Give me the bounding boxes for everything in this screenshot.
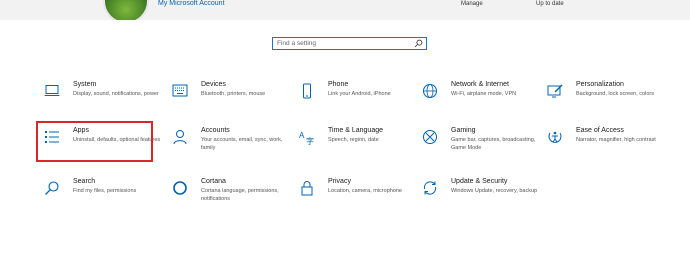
settings-tile-time-language[interactable]: A 字 Time & Language Speech, region, date xyxy=(293,127,411,167)
tile-description: Background, lock screen, colors xyxy=(576,91,654,97)
keyboard-icon xyxy=(172,84,188,97)
tile-title: Update & Security xyxy=(451,178,508,185)
tile-title: Personalization xyxy=(576,81,624,88)
settings-tile-network[interactable]: Network & Internet Wi-Fi, airplane mode,… xyxy=(416,81,534,121)
tile-description: Display, sound, notifications, power xyxy=(73,91,159,97)
time-language-icon: A 字 xyxy=(299,131,314,145)
tile-description: Windows Update, recovery, backup xyxy=(451,188,538,194)
settings-tile-privacy[interactable]: Privacy Location, camera, microphone xyxy=(293,178,411,218)
settings-tile-search[interactable]: Search Find my files, permissions xyxy=(38,178,156,218)
settings-tile-accounts[interactable]: Accounts Your accounts, email, sync, wor… xyxy=(166,127,284,167)
search-input[interactable] xyxy=(277,38,412,49)
tile-description: Cortana language, permissions, notificat… xyxy=(201,188,279,202)
magnifier-icon[interactable] xyxy=(414,39,423,48)
settings-tile-gaming[interactable]: Gaming Game bar, captures, broadcasting,… xyxy=(416,127,535,167)
paint-icon xyxy=(547,84,563,98)
tile-title: Cortana xyxy=(201,178,226,185)
tile-description: Bluetooth, printers, mouse xyxy=(201,91,266,97)
tile-description: Link your Android, iPhone xyxy=(328,91,391,97)
search-icon xyxy=(45,181,59,195)
phone-icon xyxy=(303,83,311,99)
tile-description: Find my files, permissions xyxy=(73,188,137,194)
account-header: My Microsoft Account Manage Up to date xyxy=(0,0,690,20)
settings-tile-ease-of-access[interactable]: Ease of Access Narrator, magnifier, high… xyxy=(541,127,659,167)
settings-tile-cortana[interactable]: Cortana Cortana language, permissions, n… xyxy=(166,178,284,218)
tile-title: Privacy xyxy=(328,178,351,185)
tile-description: Speech, region, date xyxy=(328,137,379,143)
tile-description: Narrator, magnifier, high contrast xyxy=(576,137,656,143)
settings-tile-phone[interactable]: Phone Link your Android, iPhone xyxy=(293,81,411,121)
tile-title: Accounts xyxy=(201,127,230,134)
tile-title: Devices xyxy=(201,81,226,88)
tile-description: Wi-Fi, airplane mode, VPN xyxy=(451,91,517,97)
settings-tile-system[interactable]: System Display, sound, notifications, po… xyxy=(38,81,159,121)
tile-description: Game bar, captures, broadcasting, Game M… xyxy=(451,137,536,151)
tile-title: Gaming xyxy=(451,127,476,134)
tile-title: Search xyxy=(73,178,96,185)
manage-link[interactable]: Manage xyxy=(461,1,483,7)
update-icon xyxy=(423,181,437,195)
cortana-icon xyxy=(173,181,187,195)
settings-tile-personalization[interactable]: Personalization Background, lock screen,… xyxy=(541,81,659,121)
tile-title: Time & Language xyxy=(328,127,383,134)
avatar xyxy=(103,0,149,20)
xbox-icon xyxy=(423,130,437,144)
lock-icon xyxy=(301,181,313,196)
svg-text:字: 字 xyxy=(306,136,314,145)
microsoft-account-link[interactable]: My Microsoft Account xyxy=(158,0,225,7)
settings-tile-devices[interactable]: Devices Bluetooth, printers, mouse xyxy=(166,81,284,121)
settings-tile-update-security[interactable]: Update & Security Windows Update, recove… xyxy=(416,178,537,218)
ease-of-access-icon xyxy=(548,131,562,143)
tile-title: Network & Internet xyxy=(451,81,509,88)
tile-title: System xyxy=(73,81,97,88)
tile-description: Your accounts, email, sync, work, family xyxy=(201,137,283,151)
tile-description: Location, camera, microphone xyxy=(328,188,402,194)
laptop-icon xyxy=(44,85,60,96)
person-icon xyxy=(173,130,187,145)
update-status[interactable]: Up to date xyxy=(536,1,564,7)
tile-title: Ease of Access xyxy=(576,127,624,134)
tile-title: Phone xyxy=(328,81,349,88)
svg-text:A: A xyxy=(299,131,305,140)
search-box[interactable] xyxy=(272,37,427,50)
globe-icon xyxy=(423,84,437,98)
selection-highlight xyxy=(36,121,153,162)
